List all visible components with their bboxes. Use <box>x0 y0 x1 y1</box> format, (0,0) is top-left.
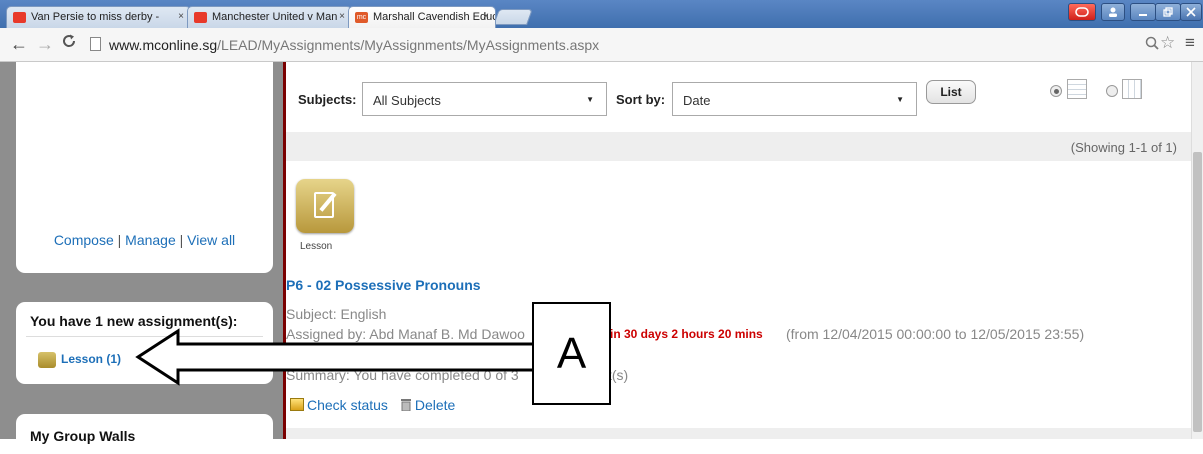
mc-favicon-icon: mc <box>355 12 368 23</box>
annotation-label: A <box>532 302 611 405</box>
tab-title: Marshall Cavendish Educa <box>373 11 496 23</box>
tab-close-icon[interactable]: × <box>483 11 489 22</box>
tab-marshall-cavendish[interactable]: mc Marshall Cavendish Educa × <box>348 6 496 28</box>
